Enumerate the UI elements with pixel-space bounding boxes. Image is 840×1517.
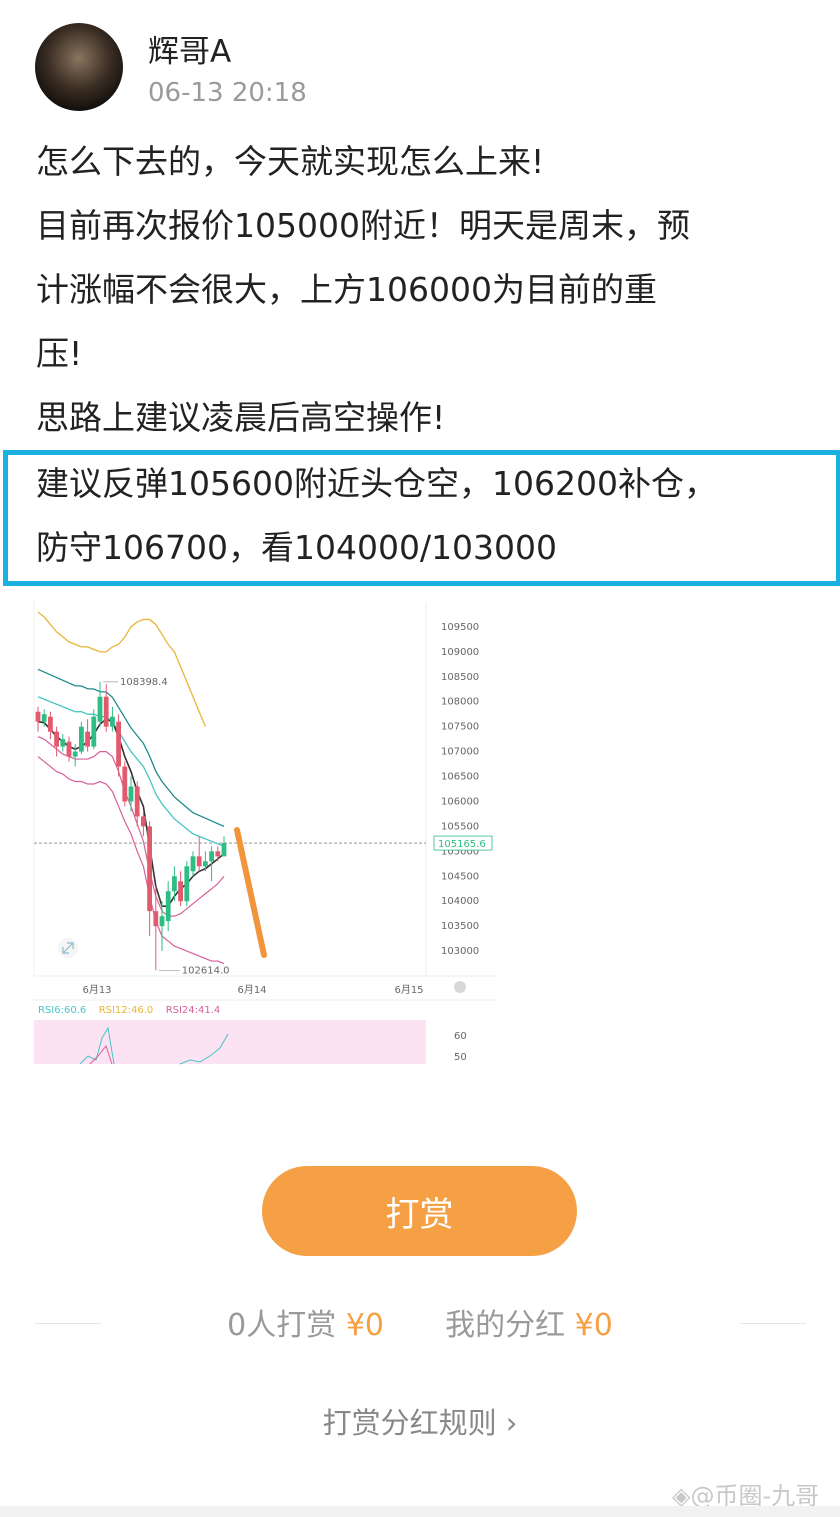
x-tick-label: 6月15 bbox=[394, 984, 423, 996]
highlight-line: 防守106700，看104000/103000 bbox=[36, 528, 558, 567]
y-tick-label: 107500 bbox=[441, 722, 479, 733]
candle-body bbox=[35, 711, 41, 722]
current-price-label: 105165.6 bbox=[438, 839, 486, 850]
candle-body bbox=[209, 851, 214, 862]
rsi-label: RSI12:46.0 bbox=[99, 1005, 154, 1016]
candle-body bbox=[110, 716, 115, 727]
y-tick-label: 109500 bbox=[441, 622, 479, 633]
candle-body bbox=[79, 726, 84, 752]
candle-body bbox=[141, 816, 146, 827]
y-tick-label: 107000 bbox=[441, 747, 479, 758]
candle-body bbox=[221, 843, 227, 857]
candle-body bbox=[153, 911, 159, 927]
y-tick-label: 104500 bbox=[441, 871, 479, 882]
rsi-tick-label: 60 bbox=[454, 1031, 467, 1042]
dividend-label: 我的分红 bbox=[445, 1308, 566, 1343]
candle-body bbox=[66, 741, 72, 757]
y-tick-label: 108000 bbox=[441, 697, 479, 708]
highlight-text: 建议反弹105600附近头仓空，106200补仓， 防守106700，看1040… bbox=[36, 452, 717, 580]
candle-body bbox=[60, 739, 66, 747]
candle-body bbox=[134, 786, 140, 817]
candle-body bbox=[85, 731, 90, 747]
highlight-line: 建议反弹105600附近头仓空，106200补仓， bbox=[36, 464, 717, 503]
candle-body bbox=[72, 751, 78, 757]
post-line: 计涨幅不会很大，上方106000为目前的重 bbox=[36, 270, 657, 309]
settings-dot-icon bbox=[454, 981, 466, 993]
candle-body bbox=[41, 714, 47, 722]
tip-button[interactable]: 打赏 bbox=[262, 1166, 577, 1256]
x-tick-label: 6月13 bbox=[82, 984, 111, 996]
candle-body bbox=[91, 716, 97, 747]
tip-rules-link[interactable]: 打赏分红规则 › bbox=[0, 1400, 840, 1442]
candle-body bbox=[103, 696, 109, 727]
y-tick-label: 104000 bbox=[441, 896, 479, 907]
candle-body bbox=[48, 716, 53, 732]
candle-body bbox=[97, 696, 103, 722]
rsi-band bbox=[34, 1020, 426, 1064]
y-tick-label: 109000 bbox=[441, 647, 479, 658]
rsi-label: RSI6:60.6 bbox=[38, 1005, 86, 1016]
high-price-label: 108398.4 bbox=[120, 677, 168, 688]
y-tick-label: 105500 bbox=[441, 821, 479, 832]
tippers-amount: ¥0 bbox=[345, 1308, 384, 1343]
candle-body bbox=[178, 881, 183, 902]
candle-body bbox=[184, 866, 190, 902]
author-avatar[interactable] bbox=[35, 23, 123, 111]
y-tick-label: 108500 bbox=[441, 672, 479, 683]
candle-body bbox=[122, 766, 128, 802]
candle-body bbox=[215, 851, 221, 857]
candle-body bbox=[116, 721, 121, 767]
y-tick-label: 103500 bbox=[441, 921, 479, 932]
candle-body bbox=[159, 916, 165, 927]
candlestick-chart[interactable]: 1030001035001040001045001050001055001060… bbox=[30, 598, 500, 1068]
expand-icon[interactable] bbox=[58, 938, 78, 958]
y-tick-label: 106000 bbox=[441, 796, 479, 807]
bottom-band bbox=[0, 1506, 840, 1517]
rsi-tick-label: 50 bbox=[454, 1052, 467, 1063]
candle-body bbox=[128, 786, 134, 802]
candle-body bbox=[203, 861, 208, 867]
low-price-label: 102614.0 bbox=[182, 965, 230, 976]
author-name[interactable]: 辉哥A bbox=[148, 26, 231, 71]
post-line: 怎么下去的，今天就实现怎么上来! bbox=[36, 142, 545, 181]
candle-body bbox=[190, 856, 196, 872]
rsi-label: RSI24:41.4 bbox=[166, 1005, 221, 1016]
candle-body bbox=[196, 856, 202, 867]
dividend-amount: ¥0 bbox=[574, 1308, 613, 1343]
candle-body bbox=[147, 826, 152, 912]
candle-body bbox=[172, 876, 177, 892]
post-timestamp: 06-13 20:18 bbox=[148, 78, 307, 108]
candle-body bbox=[165, 891, 171, 922]
post-body: 怎么下去的，今天就实现怎么上来! 目前再次报价105000附近！明天是周末，预 … bbox=[36, 130, 806, 450]
post-line: 思路上建议凌晨后高空操作! bbox=[36, 398, 446, 437]
tip-stats: 0人打赏 ¥0 我的分红 ¥0 bbox=[0, 1300, 840, 1344]
y-tick-label: 103000 bbox=[441, 946, 479, 957]
post-line: 压! bbox=[36, 334, 83, 373]
y-tick-label: 106500 bbox=[441, 772, 479, 783]
candle-body bbox=[54, 731, 59, 747]
tippers-count: 0人打赏 bbox=[227, 1308, 337, 1343]
x-tick-label: 6月14 bbox=[237, 984, 266, 996]
post-line: 目前再次报价105000附近！明天是周末，预 bbox=[36, 206, 690, 245]
